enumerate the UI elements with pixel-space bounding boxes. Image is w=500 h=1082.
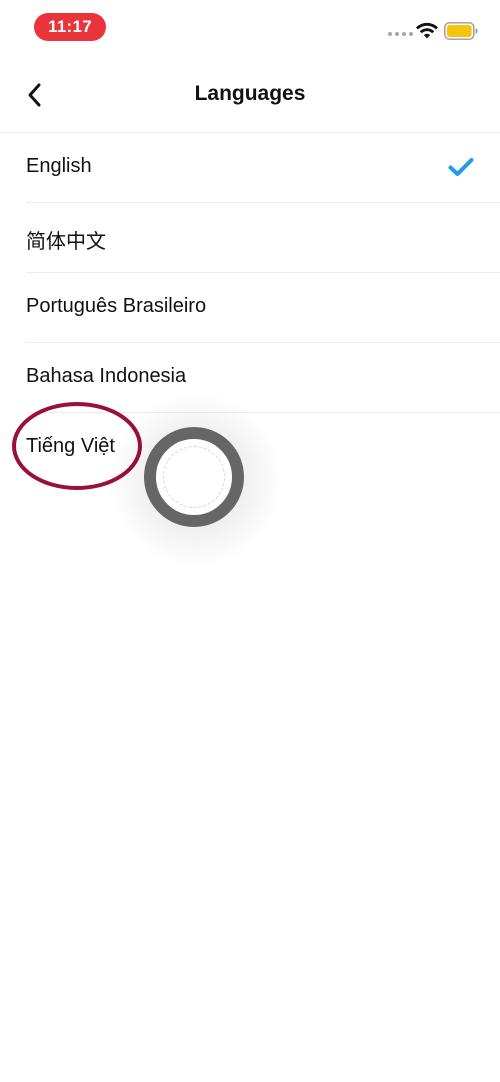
status-time: 11:17 — [34, 13, 106, 41]
cellular-dots-icon — [388, 32, 413, 36]
battery-icon — [444, 22, 478, 40]
language-item-vietnamese[interactable]: Tiếng Việt — [26, 413, 500, 482]
language-item-portuguese-brazil[interactable]: Português Brasileiro — [26, 273, 500, 343]
language-list: English 简体中文 Português Brasileiro Bahasa… — [0, 133, 500, 482]
language-label: Tiếng Việt — [26, 435, 115, 457]
language-item-bahasa-indonesia[interactable]: Bahasa Indonesia — [26, 343, 500, 413]
wifi-icon — [416, 22, 438, 39]
status-bar: 11:17 — [0, 0, 500, 56]
language-label: English — [26, 155, 92, 177]
language-label: Bahasa Indonesia — [26, 365, 187, 387]
checkmark-icon — [448, 158, 474, 176]
language-label: Português Brasileiro — [26, 295, 207, 317]
status-time-label: 11:17 — [47, 17, 93, 36]
language-item-simplified-chinese[interactable]: 简体中文 — [26, 203, 500, 273]
language-item-english[interactable]: English — [26, 133, 500, 203]
nav-bar: Languages — [0, 56, 500, 133]
language-label: 简体中文 — [26, 231, 106, 253]
page-title: Languages — [194, 82, 306, 105]
